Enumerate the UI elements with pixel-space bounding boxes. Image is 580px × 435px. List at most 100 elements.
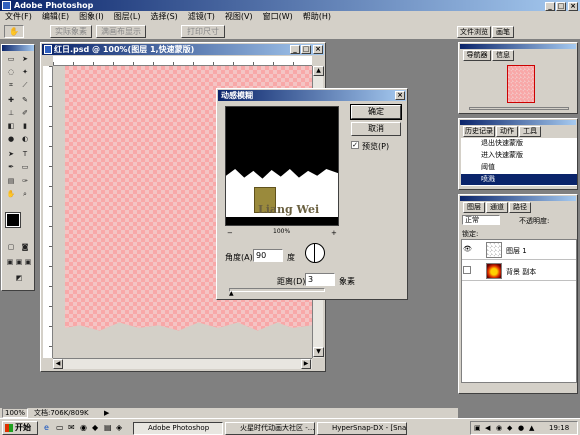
tab-brushes[interactable]: 画笔	[492, 26, 514, 38]
scroll-up-icon[interactable]: ▲	[313, 66, 324, 76]
menu-filter[interactable]: 滤镜(T)	[183, 11, 220, 23]
eye-icon[interactable]: 👁	[463, 245, 472, 253]
layer-row[interactable]: 背景 副本	[462, 261, 576, 281]
menu-window[interactable]: 窗口(W)	[258, 11, 298, 23]
standard-mode-icon[interactable]: ▢	[6, 242, 16, 252]
menu-layer[interactable]: 图层(L)	[109, 11, 146, 23]
move-tool-icon[interactable]: ➤	[20, 54, 30, 64]
jump-to-imageready-icon[interactable]: ◩	[13, 273, 25, 283]
tab-paths[interactable]: 路径	[509, 202, 531, 213]
history-item[interactable]: 进入快速蒙版	[461, 150, 577, 161]
taskbar-photoshop[interactable]: Adobe Photoshop	[133, 422, 223, 435]
type-tool-icon[interactable]: T	[20, 149, 30, 159]
preview-checkbox[interactable]: ✓	[351, 141, 359, 149]
tab-file-browser[interactable]: 文件浏览	[457, 26, 491, 38]
navigator-thumbnail[interactable]	[507, 65, 535, 103]
layer-visibility-box[interactable]	[463, 266, 471, 274]
foreground-color-swatch[interactable]	[5, 212, 21, 228]
menu-edit[interactable]: 编辑(E)	[37, 11, 74, 23]
notes-tool-icon[interactable]: ▤	[6, 176, 16, 186]
gradient-tool-icon[interactable]: ▮	[20, 121, 30, 131]
menu-select[interactable]: 选择(S)	[145, 11, 182, 23]
tab-layers[interactable]: 图层	[463, 202, 485, 213]
maximize-button[interactable]: □	[556, 2, 566, 11]
filter-preview[interactable]: Liang Wei	[225, 106, 339, 226]
menu-help[interactable]: 帮助(H)	[298, 11, 336, 23]
menu-image[interactable]: 图象(I)	[74, 11, 109, 23]
crop-tool-icon[interactable]: ⌗	[6, 80, 16, 90]
hand-tool-icon[interactable]: ✋	[6, 189, 16, 199]
quicklaunch-desktop-icon[interactable]: ▭	[56, 423, 64, 432]
lasso-tool-icon[interactable]: ◌	[6, 67, 16, 77]
scroll-right-icon[interactable]: ▶	[301, 359, 311, 369]
preview-zoom-out-button[interactable]: −	[227, 229, 233, 237]
tab-navigator[interactable]: 导航器	[463, 50, 491, 61]
distance-slider[interactable]: ▲	[229, 288, 325, 297]
layer-row[interactable]: 👁 图层 1	[462, 240, 576, 260]
tray-antivirus-icon[interactable]: ◉	[496, 424, 502, 432]
status-arrow-icon[interactable]: ▶	[104, 408, 109, 418]
scroll-left-icon[interactable]: ◀	[53, 359, 63, 369]
menu-file[interactable]: 文件(F)	[0, 11, 37, 23]
dodge-tool-icon[interactable]: ◐	[20, 134, 30, 144]
start-button[interactable]: 开始	[2, 421, 38, 435]
tab-actions[interactable]: 动作	[496, 126, 518, 137]
magic-wand-tool-icon[interactable]: ✦	[20, 67, 30, 77]
close-button[interactable]: ×	[568, 2, 578, 11]
cancel-button[interactable]: 取消	[351, 122, 401, 136]
quicklaunch-app-icon[interactable]: ◆	[92, 423, 98, 432]
quicklaunch-extra-icon[interactable]: ◈	[116, 423, 122, 432]
tray-volume-icon[interactable]: ◀	[485, 424, 490, 432]
angle-input[interactable]: 90	[253, 249, 283, 262]
clone-stamp-tool-icon[interactable]: ⊥	[6, 108, 16, 118]
hand-tool-preset-icon[interactable]: ✋	[4, 25, 24, 38]
tray-app-icon[interactable]: ●	[518, 424, 524, 432]
quicklaunch-media-icon[interactable]: ◉	[80, 423, 87, 432]
document-close-button[interactable]: ×	[313, 45, 323, 54]
healing-brush-tool-icon[interactable]: ✚	[6, 95, 16, 105]
blur-tool-icon[interactable]: ●	[6, 134, 16, 144]
quicklaunch-outlook-icon[interactable]: ✉	[68, 423, 75, 432]
minimize-button[interactable]: _	[545, 2, 555, 11]
pen-tool-icon[interactable]: ✒	[6, 162, 16, 172]
history-item[interactable]: 阈值	[461, 162, 577, 173]
slice-tool-icon[interactable]: ⟋	[20, 80, 30, 90]
screen-mode-full-icon[interactable]: ▣	[23, 257, 33, 267]
tab-info[interactable]: 信息	[492, 50, 514, 61]
print-size-button[interactable]: 打印尺寸	[181, 25, 225, 38]
eyedropper-tool-icon[interactable]: ✑	[20, 176, 30, 186]
history-brush-tool-icon[interactable]: ✐	[20, 108, 30, 118]
taskbar-browser[interactable]: 火星时代动画大社区 -...	[225, 422, 315, 435]
scroll-down-icon[interactable]: ▼	[313, 347, 324, 357]
document-minimize-button[interactable]: _	[290, 45, 300, 54]
path-selection-tool-icon[interactable]: ➤	[6, 149, 16, 159]
quicklaunch-ie-icon[interactable]: e	[44, 423, 49, 432]
dialog-close-button[interactable]: ×	[395, 91, 405, 100]
tab-tools[interactable]: 工具	[519, 126, 541, 137]
taskbar-hypersnap[interactable]: HyperSnap-DX - [Snap8.j...	[317, 422, 407, 435]
fit-on-screen-button[interactable]: 满画布显示	[96, 25, 146, 38]
document-maximize-button[interactable]: □	[301, 45, 311, 54]
tab-history[interactable]: 历史记录	[463, 126, 495, 137]
distance-slider-thumb-icon[interactable]: ▲	[229, 291, 234, 297]
horizontal-scrollbar[interactable]: ◀ ▶	[53, 358, 312, 369]
quicklaunch-folder-icon[interactable]: ▤	[104, 423, 112, 432]
tab-channels[interactable]: 通道	[486, 202, 508, 213]
quick-mask-mode-icon[interactable]: ◙	[20, 242, 30, 252]
distance-input[interactable]: 3	[305, 273, 335, 286]
navigator-zoom-slider[interactable]	[469, 107, 569, 110]
ok-button[interactable]: 确定	[350, 104, 402, 120]
menu-view[interactable]: 视图(V)	[220, 11, 258, 23]
tray-ime-icon[interactable]: ▲	[529, 424, 534, 432]
actual-pixels-button[interactable]: 实际象素	[50, 25, 92, 38]
tray-network-icon[interactable]: ▣	[474, 424, 481, 432]
eraser-tool-icon[interactable]: ◧	[6, 121, 16, 131]
marquee-tool-icon[interactable]: ▭	[6, 54, 16, 64]
preview-zoom-in-button[interactable]: +	[331, 229, 337, 237]
tray-shield-icon[interactable]: ◆	[507, 424, 512, 432]
zoom-tool-icon[interactable]: ⌕	[20, 189, 30, 199]
history-item-selected[interactable]: 喷溅	[461, 174, 577, 185]
history-item[interactable]: 退出快速蒙版	[461, 138, 577, 149]
status-zoom[interactable]: 100%	[2, 408, 28, 418]
brush-tool-icon[interactable]: ✎	[20, 95, 30, 105]
